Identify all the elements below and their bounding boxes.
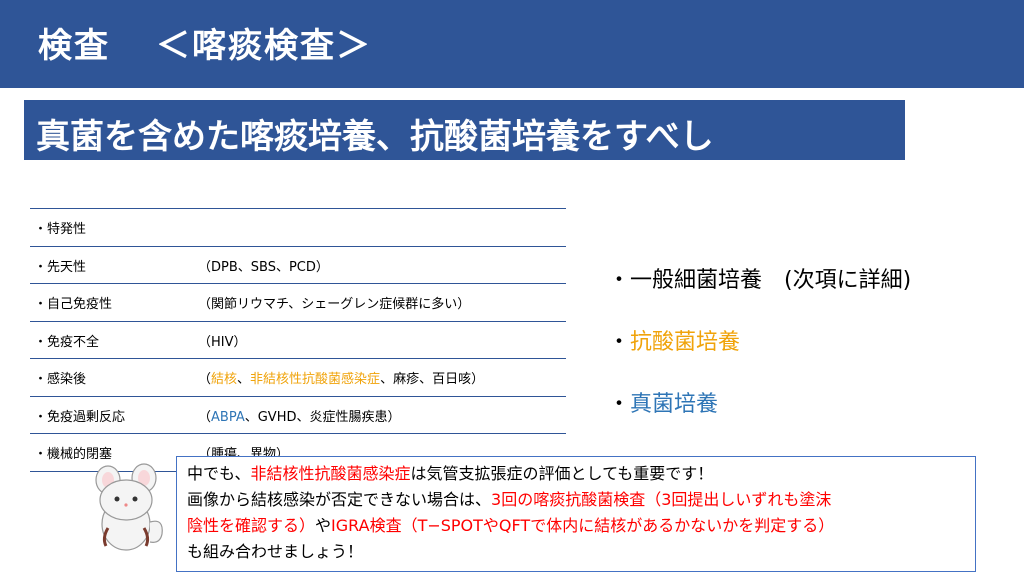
highlight-tb: 結核: [211, 372, 238, 387]
note-line-2: 画像から結核感染が否定できない場合は、3回の喀痰抗酸菌検査（3回提出しいずれも塗…: [187, 487, 975, 513]
detail-text: 、麻疹、百日咳）: [380, 372, 485, 387]
list-item-fungal-culture: ・真菌培養: [608, 386, 718, 418]
row-label: ・機械的閉塞: [34, 447, 113, 462]
detail-text: （: [198, 409, 212, 425]
note-highlight: 3回の喀痰抗酸菌検査（3回提出しいずれも塗沫: [491, 490, 832, 509]
row-detail: （HIV）: [198, 331, 247, 350]
table-row: ・自己免疫性 （関節リウマチ、シェーグレン症候群に多い）: [30, 283, 566, 321]
note-line-3: 陰性を確認する）やIGRA検査（T−SPOTやQFTで体内に結核があるかないかを…: [187, 513, 975, 539]
title-main: 検査: [38, 26, 110, 66]
note-text: は気管支拡張症の評価としても重要です！: [410, 464, 714, 483]
note-box: 中でも、非結核性抗酸菌感染症は気管支拡張症の評価としても重要です！ 画像から結核…: [176, 456, 976, 572]
detail-text: 、: [237, 372, 251, 387]
table-row: ・免疫不全 （HIV）: [30, 320, 566, 359]
bullet: ・: [608, 392, 631, 417]
row-label: ・自己免疫性: [34, 297, 113, 312]
bullet: ・: [608, 330, 631, 355]
list-item-afb-culture: ・抗酸菌培養: [608, 324, 740, 356]
page-title: 検査 ＜喀痰検査＞: [38, 18, 372, 67]
table-row: ・感染後 （結核、非結核性抗酸菌感染症、麻疹、百日咳）: [30, 358, 566, 396]
cause-table: ・特発性 ・先天性 （DPB、SBS、PCD） ・自己免疫性 （関節リウマチ、シ…: [30, 208, 566, 472]
detail-text: （DPB、SBS、PCD）: [198, 259, 329, 275]
banner-text: 真菌を含めた喀痰培養、抗酸菌培養をすべし: [36, 117, 714, 157]
row-detail: （関節リウマチ、シェーグレン症候群に多い）: [198, 293, 470, 312]
table-row: ・特発性: [30, 208, 566, 246]
detail-text: （HIV）: [198, 334, 247, 350]
row-detail: （結核、非結核性抗酸菌感染症、麻疹、百日咳）: [198, 368, 484, 387]
table-row: ・先天性 （DPB、SBS、PCD）: [30, 245, 566, 284]
title-subtitle: ＜喀痰検査＞: [156, 26, 372, 66]
row-label: ・免疫過剰反応: [34, 409, 126, 425]
header-bar: 検査 ＜喀痰検査＞: [0, 0, 1024, 88]
note-text: 中でも、: [187, 464, 251, 483]
note-highlight: 非結核性抗酸菌感染症: [250, 464, 411, 483]
note-text: や: [315, 516, 332, 535]
note-highlight: 陰性を確認する）: [187, 516, 316, 535]
afb-culture-label: 抗酸菌培養: [630, 330, 741, 355]
detail-text: （関節リウマチ、シェーグレン症候群に多い）: [198, 297, 471, 312]
chinchilla-mascot-icon: [95, 463, 163, 551]
row-label: ・先天性: [34, 259, 87, 275]
highlight-ntm: 非結核性抗酸菌感染症: [250, 372, 381, 387]
note-text: 画像から結核感染が否定できない場合は、: [187, 490, 492, 509]
fungal-culture-label: 真菌培養: [630, 392, 719, 417]
row-detail: （DPB、SBS、PCD）: [198, 256, 329, 275]
row-label: ・感染後: [34, 372, 87, 387]
table-row: ・免疫過剰反応 （ABPA、GVHD、炎症性腸疾患）: [30, 395, 566, 434]
detail-text: 、GVHD、炎症性腸疾患）: [244, 409, 401, 425]
key-message-banner: 真菌を含めた喀痰培養、抗酸菌培養をすべし: [24, 100, 905, 160]
note-line-4: も組み合わせましょう！: [187, 542, 364, 561]
note-line-1: 中でも、非結核性抗酸菌感染症は気管支拡張症の評価としても重要です！: [187, 461, 975, 487]
row-detail: （ABPA、GVHD、炎症性腸疾患）: [198, 406, 401, 425]
highlight-abpa: ABPA: [211, 409, 245, 425]
row-label: ・特発性: [34, 222, 87, 237]
note-highlight: IGRA検査（T−SPOTやQFTで体内に結核があるかないかを判定する）: [331, 516, 835, 535]
row-label: ・免疫不全: [34, 334, 100, 350]
detail-text: （: [198, 372, 212, 387]
list-item-general-culture: ・一般細菌培養 (次項に詳細): [608, 268, 912, 293]
